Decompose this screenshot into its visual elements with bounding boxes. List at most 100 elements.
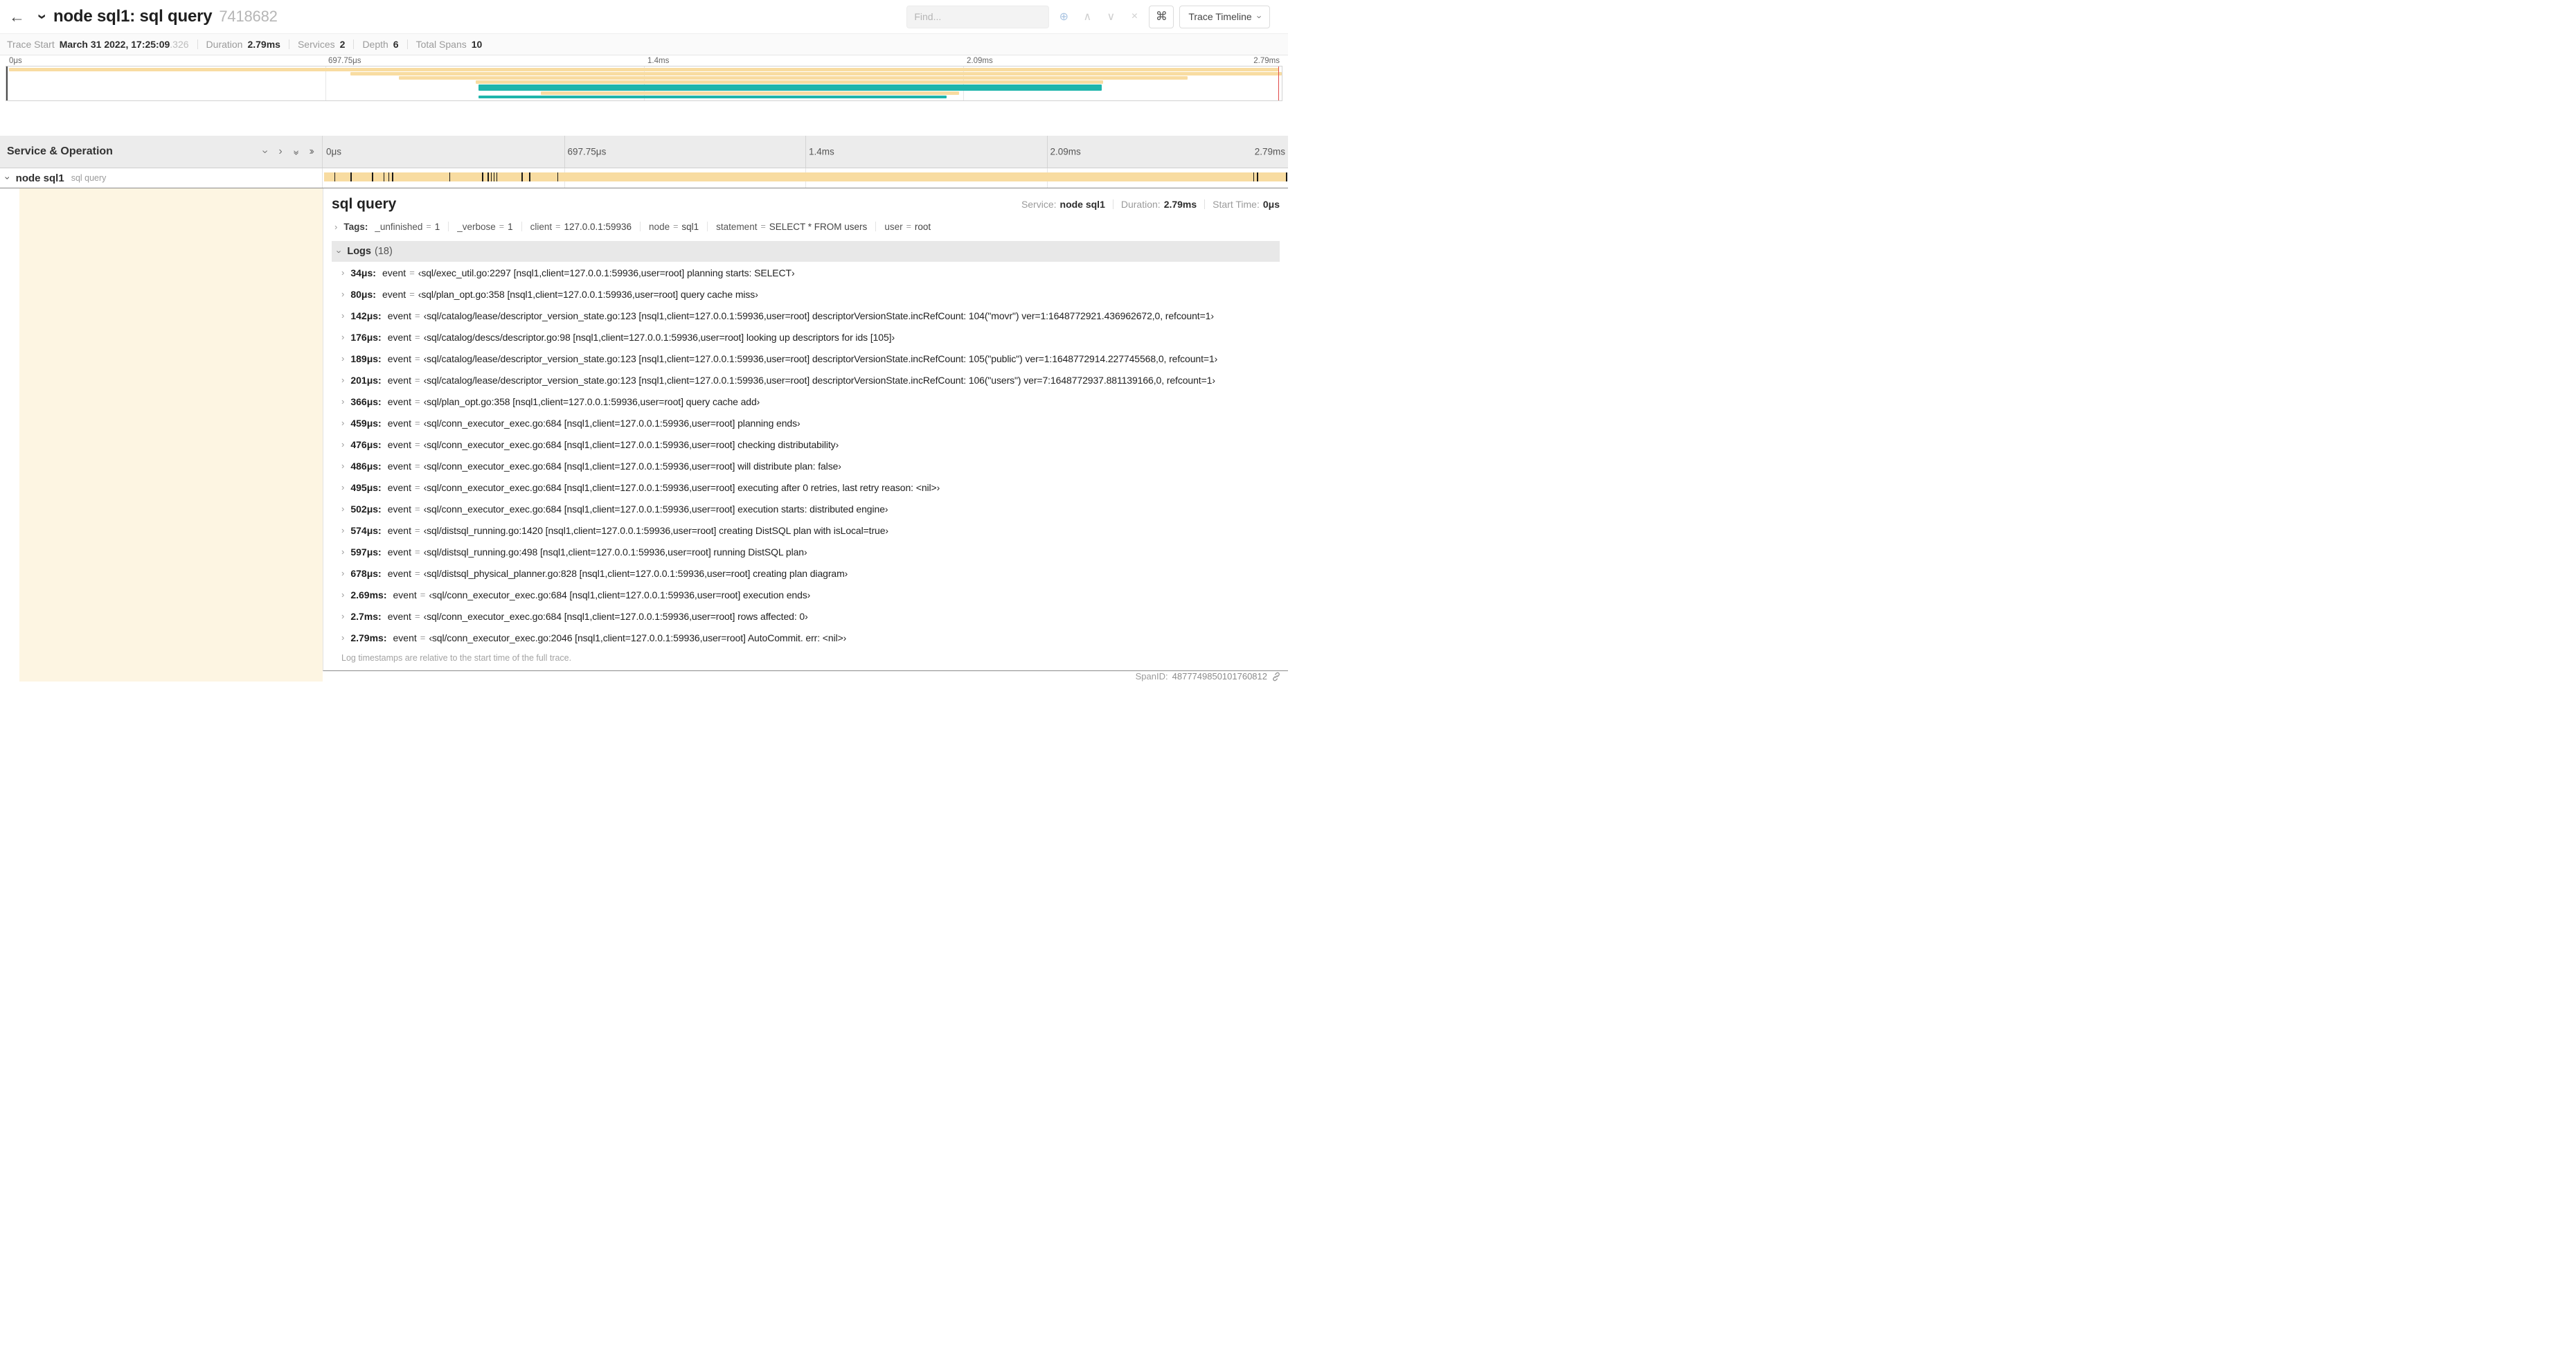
chevron-right-icon[interactable]: › xyxy=(341,461,344,470)
span-row-name[interactable]: › node sql1 sql query xyxy=(0,168,323,188)
log-field-name: event xyxy=(387,395,411,407)
tags-row[interactable]: › Tags: _unfinished = 1 _verbose = 1 client = 12… xyxy=(332,217,1280,235)
log-row[interactable]: › 495μs: event = ‹sql/conn_executor_exec.go:… xyxy=(332,476,1280,498)
log-row[interactable]: › 2.7ms: event = ‹sql/conn_executor_exec.go:… xyxy=(332,605,1280,627)
chevron-right-icon[interactable]: › xyxy=(341,268,344,277)
log-row[interactable]: › 189μs: event = ‹sql/catalog/lease/descript… xyxy=(332,348,1280,369)
log-row[interactable]: › 142μs: event = ‹sql/catalog/lease/descript… xyxy=(332,305,1280,326)
log-field-name: event xyxy=(387,567,411,579)
back-button[interactable]: ← xyxy=(0,0,34,34)
chevron-right-icon[interactable]: › xyxy=(341,332,344,341)
log-field-name: event xyxy=(387,610,411,622)
chevron-right-icon[interactable]: › xyxy=(341,311,344,320)
chevron-right-icon[interactable]: › xyxy=(341,440,344,449)
meta-label: Service: xyxy=(1021,199,1057,210)
log-row[interactable]: › 80μs: event = ‹sql/plan_opt.go:358 [nsql1,… xyxy=(332,283,1280,305)
chevron-right-icon[interactable]: › xyxy=(341,569,344,578)
keyboard-shortcuts-button[interactable]: ⌘ xyxy=(1149,5,1174,28)
chevron-right-icon[interactable]: › xyxy=(341,375,344,384)
log-tick xyxy=(372,172,373,181)
trace-view-selector-label: Trace Timeline xyxy=(1188,11,1252,22)
top-bar: ← › node sql1: sql query 7418682 ⊕ ∧ ∨ ×… xyxy=(0,0,1288,34)
span-bar[interactable] xyxy=(324,172,1287,181)
log-field-name: event xyxy=(387,353,411,364)
chevron-right-icon[interactable]: › xyxy=(341,590,344,599)
minimap-cursor-line xyxy=(1278,66,1279,100)
log-field-name: event xyxy=(387,481,411,493)
logs-count: (18) xyxy=(374,246,393,257)
chevron-right-icon[interactable]: › xyxy=(341,547,344,556)
expand-one-icon[interactable]: › xyxy=(278,146,282,157)
logs-header[interactable]: › Logs (18) xyxy=(332,241,1280,262)
time-label: 2.09ms xyxy=(1050,146,1081,157)
span-service-name: node sql1 xyxy=(15,172,64,184)
log-row[interactable]: › 502μs: event = ‹sql/conn_executor_exec.go:… xyxy=(332,498,1280,519)
log-timestamp: 34μs: xyxy=(350,267,376,278)
minimap-span xyxy=(8,68,1280,71)
log-row[interactable]: › 486μs: event = ‹sql/conn_executor_exec.go:… xyxy=(332,455,1280,476)
log-value: ‹sql/distsql_running.go:1420 [nsql1,clie… xyxy=(423,524,889,536)
chevron-right-icon[interactable]: › xyxy=(341,289,344,299)
summary-item: Duration 2.79ms xyxy=(206,39,280,50)
summary-item: Total Spans 10 xyxy=(416,39,483,50)
log-row[interactable]: › 476μs: event = ‹sql/conn_executor_exec.go:… xyxy=(332,434,1280,455)
log-field-name: event xyxy=(382,267,406,278)
collapse-trace-chevron-icon[interactable]: › xyxy=(33,14,52,19)
time-label: 0μs xyxy=(9,57,22,65)
tag-key: _unfinished xyxy=(375,221,423,232)
log-value: ‹sql/catalog/lease/descriptor_version_st… xyxy=(423,353,1218,364)
tag-divider xyxy=(875,222,877,231)
chevron-right-icon[interactable]: › xyxy=(341,633,344,642)
log-row[interactable]: › 678μs: event = ‹sql/distsql_physical_plann… xyxy=(332,562,1280,584)
chevron-right-icon[interactable]: › xyxy=(341,504,344,513)
tag-divider xyxy=(521,222,522,231)
log-equals: = xyxy=(409,289,415,299)
chevron-right-icon[interactable]: › xyxy=(341,526,344,535)
log-row[interactable]: › 459μs: event = ‹sql/conn_executor_exec.go:… xyxy=(332,412,1280,434)
focus-match-icon[interactable]: ⊕ xyxy=(1055,8,1073,26)
chevron-right-icon[interactable]: › xyxy=(341,418,344,427)
find-input[interactable] xyxy=(906,5,1050,28)
log-row[interactable]: › 574μs: event = ‹sql/distsql_running.go:142… xyxy=(332,519,1280,541)
collapse-span-children-icon[interactable]: › xyxy=(2,177,13,180)
log-equals: = xyxy=(414,310,420,321)
log-row[interactable]: › 366μs: event = ‹sql/plan_opt.go:358 [nsql1… xyxy=(332,391,1280,412)
log-timestamp: 176μs: xyxy=(350,331,382,343)
chevron-right-icon[interactable]: › xyxy=(341,483,344,492)
tag-item: client = 127.0.0.1:59936 xyxy=(530,222,632,232)
minimap-left-handle[interactable] xyxy=(6,66,8,100)
chevron-right-icon[interactable]: › xyxy=(341,354,344,363)
minimap-canvas[interactable] xyxy=(6,66,1282,101)
span-id-value: 4877749850101760812 xyxy=(1172,671,1267,682)
link-icon[interactable] xyxy=(1271,672,1281,682)
clear-search-icon[interactable]: × xyxy=(1125,8,1143,26)
log-row[interactable]: › 2.69ms: event = ‹sql/conn_executor_exec.go… xyxy=(332,584,1280,605)
log-row[interactable]: › 2.79ms: event = ‹sql/conn_executor_exec.go… xyxy=(332,627,1280,648)
log-field-name: event xyxy=(387,546,411,558)
log-row[interactable]: › 34μs: event = ‹sql/exec_util.go:2297 [nsql… xyxy=(332,262,1280,283)
prev-result-icon[interactable]: ∧ xyxy=(1078,8,1096,26)
summary-value: March 31 2022, 17:25:09 xyxy=(59,39,170,50)
collapse-all-icon[interactable]: ›› xyxy=(290,150,302,154)
trace-view-selector-button[interactable]: Trace Timeline › xyxy=(1179,5,1270,28)
chevron-right-icon[interactable]: › xyxy=(341,397,344,406)
log-equals: = xyxy=(414,504,420,514)
tag-item: user = root xyxy=(884,222,931,232)
chevron-right-icon[interactable]: › xyxy=(341,612,344,621)
log-timestamp: 366μs: xyxy=(350,395,382,407)
span-row[interactable]: › node sql1 sql query xyxy=(0,168,1288,188)
span-row-timeline[interactable] xyxy=(323,168,1288,188)
summary-suffix: .326 xyxy=(170,39,189,50)
log-row[interactable]: › 201μs: event = ‹sql/catalog/lease/descript… xyxy=(332,369,1280,391)
next-result-icon[interactable]: ∨ xyxy=(1102,8,1120,26)
log-tick xyxy=(521,172,523,181)
tag-value: sql1 xyxy=(681,221,699,232)
log-row[interactable]: › 597μs: event = ‹sql/distsql_running.go:498… xyxy=(332,541,1280,562)
log-timestamp: 678μs: xyxy=(350,567,382,579)
log-equals: = xyxy=(414,332,420,342)
tag-item: _unfinished = 1 xyxy=(375,222,440,232)
time-label: 2.09ms xyxy=(967,57,993,65)
expand-all-icon[interactable]: ›› xyxy=(309,146,314,157)
log-row[interactable]: › 176μs: event = ‹sql/catalog/descs/descript… xyxy=(332,326,1280,348)
collapse-one-icon[interactable]: › xyxy=(260,150,271,153)
